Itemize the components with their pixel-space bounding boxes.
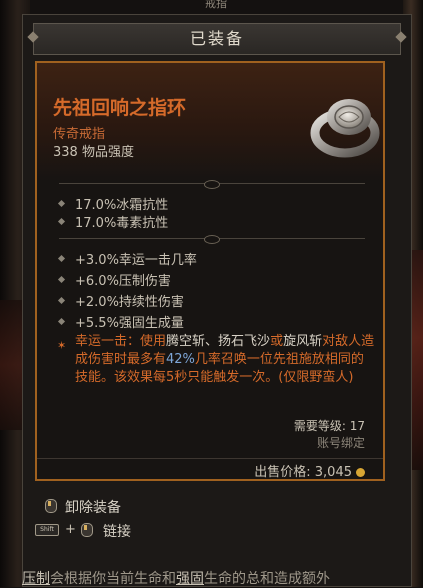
affix-stat: +6.0%压制伤害 (75, 274, 171, 289)
item-power: 338 物品强度 (53, 145, 134, 160)
keyword-overpower[interactable]: 压制 (22, 571, 50, 587)
item-name: 先祖回响之指环 (53, 97, 187, 119)
aspect-skill-2: 扬石飞沙 (218, 334, 271, 349)
implicit-stat: 17.0%毒素抗性 (75, 216, 169, 231)
affix-stat: +5.5%强固生成量 (75, 316, 184, 331)
aspect-percent: 42% (166, 352, 195, 367)
header-title: 已装备 (189, 29, 244, 48)
ring-icon (310, 99, 380, 158)
equipped-header: 已装备 (33, 23, 401, 55)
affix-stat: +2.0%持续性伤害 (75, 295, 184, 310)
affix-stat: +3.0%幸运一击几率 (75, 253, 197, 268)
sell-price: 出售价格: 3,045 (254, 461, 365, 480)
shift-key-icon: Shift (35, 524, 59, 536)
aspect-skill-1: 腾空斩 (166, 334, 206, 349)
divider-2 (59, 235, 365, 244)
footer-tail: 生命的总和造成额外 (204, 571, 330, 587)
top-tab-label: 戒指 (205, 0, 227, 10)
stat-bullet (57, 275, 66, 284)
stat-bullet (57, 217, 66, 226)
stat-bullet (57, 317, 66, 326)
sell-price-text: 出售价格: 3,045 (254, 465, 352, 480)
link-action[interactable]: 链接 (103, 521, 131, 541)
required-level: 需要等级: 17 (293, 419, 365, 433)
item-card: 先祖回响之指环 传奇戒指 338 物品强度 17.0%冰霜抗性 17.0%毒素抗… (35, 61, 385, 481)
unequip-action[interactable]: 卸除装备 (65, 497, 121, 517)
plus-sign: + (65, 522, 76, 537)
footer-mid: 会根据你当前生命和 (50, 571, 176, 587)
divider-1 (59, 180, 365, 189)
keyword-fortify[interactable]: 强固 (176, 571, 204, 587)
stat-bullet (57, 199, 66, 208)
aspect-sep: 、 (205, 334, 219, 349)
gold-coin-icon (356, 468, 365, 477)
sell-divider (37, 458, 383, 459)
aspect-prefix: 幸运一击：使用 (75, 334, 167, 349)
aspect-skill-3: 旋风斩 (283, 334, 323, 349)
tooltip-panel: 已装备 先祖回响之指环 传奇戒指 338 物品强度 17.0%冰霜抗性 17.0… (22, 14, 412, 587)
account-bound: 账号绑定 (316, 436, 365, 450)
aspect-or: 或 (270, 334, 284, 349)
mouse-left-click-icon (81, 523, 93, 537)
item-type: 传奇戒指 (53, 127, 106, 142)
footer-tooltip-text: 压制会根据你当前生命和强固生命的总和造成额外 (22, 568, 330, 588)
legendary-star-icon: ✶ (57, 339, 67, 352)
legendary-aspect: 幸运一击：使用腾空斩、扬石飞沙或旋风斩对敌人造成伤害时最多有42%几率召唤一位先… (75, 333, 375, 387)
mouse-right-click-icon (45, 499, 57, 513)
implicit-stat: 17.0%冰霜抗性 (75, 198, 169, 213)
stat-bullet (57, 254, 66, 263)
stat-bullet (57, 296, 66, 305)
